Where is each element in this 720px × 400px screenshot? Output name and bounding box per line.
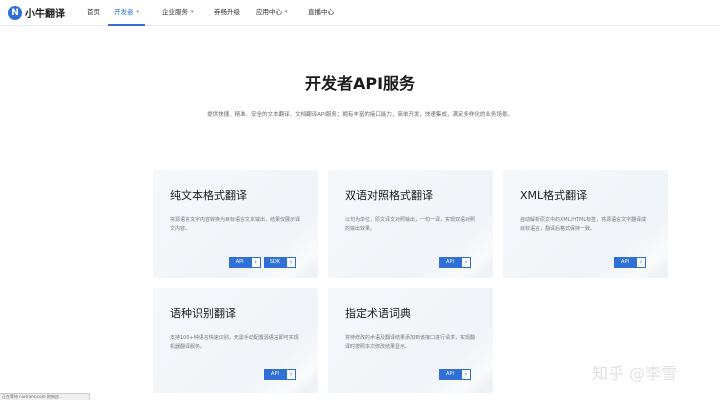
card-title: 纯文本格式翻译 [170, 189, 247, 202]
brand-logo[interactable]: N 小牛翻译 [8, 5, 65, 20]
card-title: 语种识别翻译 [170, 307, 236, 320]
card-actions: API › [264, 369, 296, 380]
chevron-right-icon: › [250, 257, 261, 268]
card-actions: API › [614, 257, 646, 268]
card-actions: API › [439, 257, 471, 268]
nav-item-apps[interactable]: 应用中心 ▾ [256, 0, 288, 26]
card-description: 以句为单位，原文译文对照输出，一句一译，实现双语对照的输出效果。 [345, 217, 476, 232]
api-button[interactable]: API › [614, 257, 646, 268]
api-button[interactable]: API › [264, 369, 296, 380]
chevron-right-icon: › [636, 257, 646, 268]
card-plain-text-translation: 纯文本格式翻译 将源语言文字内容转换为目标语言文本输出，结果仅展示译文内容。 A… [153, 170, 318, 278]
card-actions: API › SDK › [228, 257, 296, 268]
chevron-right-icon: › [461, 369, 471, 380]
chevron-down-icon: ▾ [191, 9, 194, 15]
api-button[interactable]: API › [228, 257, 261, 268]
chevron-right-icon: › [286, 369, 296, 380]
card-description: 自动解析原文中的XML/HTML标签，将源语言文字翻译成目标语言，翻译后格式保持… [520, 217, 647, 232]
page-title: 开发者API服务 [304, 74, 416, 93]
logo-icon: N [8, 5, 22, 20]
browser-status-bar: 正在等待 niutrans.com 的响应... [0, 393, 90, 400]
card-description: 将待修改的术语及翻译结果添加到该接口进行请求，实现翻译时按照本次修改结果显示。 [345, 335, 476, 350]
card-language-detection: 语种识别翻译 支持100+种语言快速识别，无需手动配置源语言即可实现机器翻译服务… [153, 288, 318, 393]
watermark: 知乎 @李雪 [592, 364, 678, 383]
card-xml-translation: XML格式翻译 自动解析原文中的XML/HTML标签，将源语言文字翻译成目标语言… [503, 170, 668, 278]
chevron-down-icon: ▾ [136, 9, 140, 15]
nav-item-home[interactable]: 首页 [87, 0, 100, 26]
top-nav: N 小牛翻译 首页 开发者 ▾ 企业服务 ▾ 券畅升级 应用中心 ▾ 直播中心 [0, 0, 720, 26]
nav-item-enterprise[interactable]: 企业服务 ▾ [162, 0, 194, 26]
card-actions: API › [439, 369, 471, 380]
chevron-right-icon: › [286, 257, 296, 268]
card-term-dictionary: 指定术语词典 将待修改的术语及翻译结果添加到该接口进行请求，实现翻译时按照本次修… [328, 288, 493, 393]
card-title: 指定术语词典 [345, 307, 411, 320]
chevron-right-icon: › [461, 257, 471, 268]
card-description: 将源语言文字内容转换为目标语言文本输出，结果仅展示译文内容。 [170, 217, 301, 232]
sdk-button[interactable]: SDK › [263, 257, 296, 268]
card-title: XML格式翻译 [520, 189, 588, 202]
nav-item-upgrade[interactable]: 券畅升级 [214, 0, 240, 26]
page-subtitle: 提供快捷、精准、安全的文本翻译、文档翻译API服务；拥有丰富的接口能力，简单开发… [207, 112, 513, 118]
card-bilingual-translation: 双语对照格式翻译 以句为单位，原文译文对照输出，一句一译，实现双语对照的输出效果… [328, 170, 493, 278]
card-title: 双语对照格式翻译 [345, 189, 433, 202]
nav-item-developer[interactable]: 开发者 ▾ [108, 0, 146, 26]
chevron-down-icon: ▾ [285, 9, 288, 15]
api-button[interactable]: API › [439, 257, 471, 268]
card-description: 支持100+种语言快速识别，无需手动配置源语言即可实现机器翻译服务。 [170, 335, 299, 350]
nav-item-live[interactable]: 直播中心 [308, 0, 334, 26]
api-button[interactable]: API › [439, 369, 471, 380]
brand-name: 小牛翻译 [25, 9, 65, 20]
